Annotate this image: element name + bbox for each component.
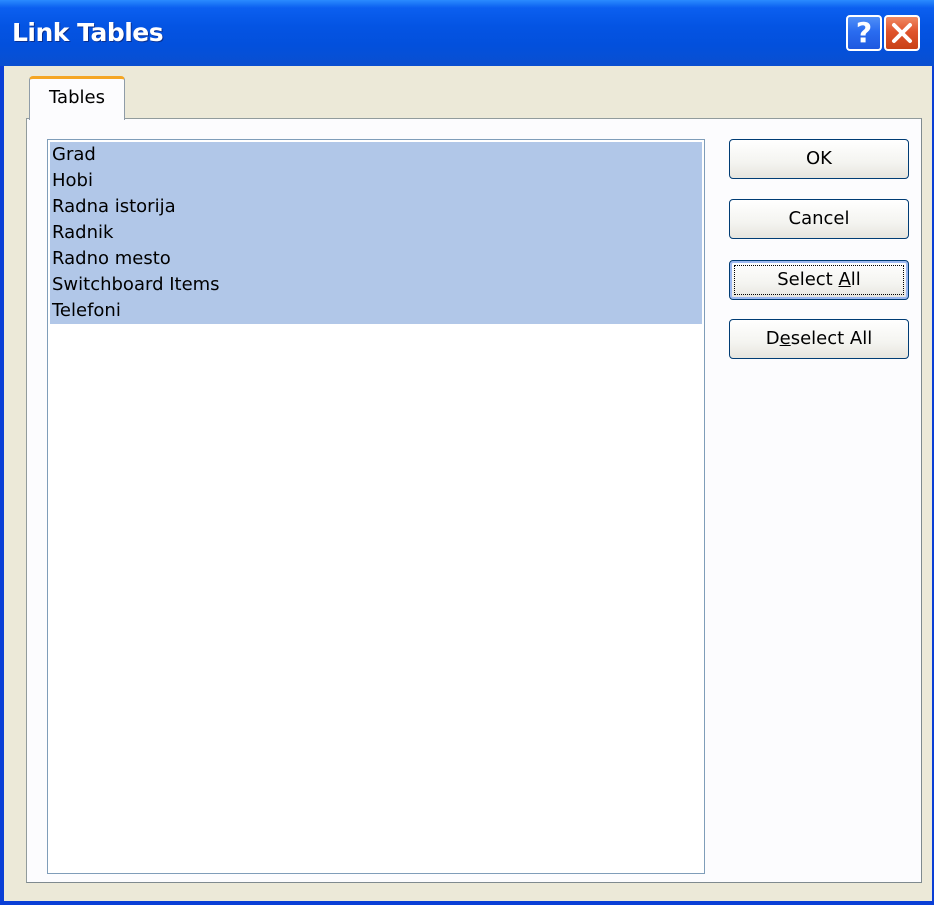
list-item[interactable]: Telefoni: [50, 298, 702, 324]
cancel-button-label: Cancel: [788, 208, 850, 229]
list-item[interactable]: Grad: [50, 142, 702, 168]
tables-listbox[interactable]: Grad Hobi Radna istorija Radnik Radno me…: [47, 139, 705, 874]
title-bar[interactable]: Link Tables ?: [0, 0, 934, 66]
close-icon: [892, 23, 912, 43]
window-title: Link Tables: [12, 18, 164, 47]
cancel-button[interactable]: Cancel: [729, 199, 909, 239]
list-item[interactable]: Radno mesto: [50, 246, 702, 272]
close-button[interactable]: [884, 15, 920, 51]
help-icon: ?: [855, 16, 873, 49]
list-item[interactable]: Radna istorija: [50, 194, 702, 220]
tab-tables[interactable]: Tables: [29, 76, 125, 120]
select-all-button-label: Select All: [777, 269, 861, 290]
tables-tab-panel: Grad Hobi Radna istorija Radnik Radno me…: [26, 118, 922, 883]
link-tables-dialog: Link Tables ? Tables Grad Hobi Radna ist…: [0, 0, 934, 905]
help-button[interactable]: ?: [846, 15, 882, 51]
deselect-all-button[interactable]: Deselect All: [729, 319, 909, 359]
tab-tables-label: Tables: [49, 87, 105, 108]
list-item[interactable]: Switchboard Items: [50, 272, 702, 298]
ok-button[interactable]: OK: [729, 139, 909, 179]
ok-button-label: OK: [806, 148, 832, 169]
deselect-all-button-label: Deselect All: [765, 328, 873, 349]
list-item[interactable]: Hobi: [50, 168, 702, 194]
select-all-button[interactable]: Select All: [729, 260, 909, 300]
dialog-client-area: Tables Grad Hobi Radna istorija Radnik R…: [4, 66, 932, 901]
list-item[interactable]: Radnik: [50, 220, 702, 246]
